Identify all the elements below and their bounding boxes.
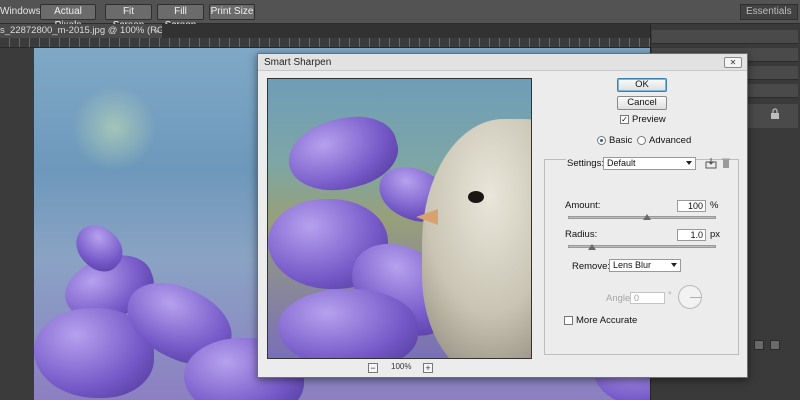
angle-label: Angle: — [606, 293, 633, 304]
print-size-button[interactable]: Print Size — [209, 4, 255, 20]
angle-field[interactable]: 0 — [630, 292, 665, 304]
zoom-level: 100% — [391, 362, 412, 371]
chevron-down-icon — [686, 161, 692, 165]
radius-unit: px — [710, 229, 721, 240]
flower-petal — [278, 289, 418, 358]
menu-label[interactable]: Windows — [0, 6, 41, 17]
dialog-titlebar[interactable]: Smart Sharpen ✕ — [258, 54, 747, 71]
trash-icon[interactable] — [721, 157, 731, 169]
chick-image — [422, 119, 531, 358]
fill-screen-button[interactable]: Fill Screen — [157, 4, 204, 31]
angle-unit: ° — [668, 290, 672, 301]
dialog-title: Smart Sharpen — [264, 57, 332, 68]
save-preset-icon[interactable] — [705, 157, 717, 169]
fit-screen-button[interactable]: Fit Screen — [105, 4, 152, 31]
more-accurate-label: More Accurate — [576, 315, 638, 326]
ok-button[interactable]: OK — [617, 78, 667, 92]
panel-tab-row[interactable] — [652, 30, 798, 44]
advanced-radio[interactable] — [637, 136, 646, 145]
preview-label: Preview — [632, 114, 666, 125]
settings-group — [544, 159, 739, 355]
advanced-label: Advanced — [649, 135, 692, 146]
amount-label: Amount: — [565, 200, 601, 211]
workspace-switcher[interactable]: Essentials — [740, 4, 798, 20]
document-tab[interactable]: s_22872800_m-2015.jpg @ 100% (RGB/8) * — [0, 24, 162, 38]
remove-value: Lens Blur — [613, 260, 652, 270]
vertical-ruler — [0, 48, 34, 400]
cancel-button[interactable]: Cancel — [617, 96, 667, 110]
radius-field[interactable]: 1.0 — [677, 229, 706, 241]
amount-unit: % — [710, 200, 719, 211]
close-icon[interactable]: ✕ — [724, 57, 742, 68]
actual-pixels-button[interactable]: Actual Pixels — [40, 4, 96, 31]
settings-label: Settings: — [566, 158, 605, 169]
chevron-down-icon — [671, 263, 677, 267]
smart-sharpen-dialog: Smart Sharpen ✕ − 100% + OK Cancel ✓ Pre… — [257, 53, 748, 378]
settings-dropdown[interactable]: Default — [603, 157, 696, 170]
close-tab-icon[interactable]: × — [154, 24, 159, 38]
chick-beak — [416, 209, 438, 225]
lock-icon[interactable] — [770, 108, 780, 120]
remove-dropdown[interactable]: Lens Blur — [609, 259, 681, 272]
options-bar: Windows Actual Pixels Fit Screen Fill Sc… — [0, 0, 800, 31]
radius-slider-thumb[interactable] — [588, 244, 596, 250]
amount-slider-thumb[interactable] — [643, 214, 651, 220]
basic-label: Basic — [609, 135, 633, 146]
more-accurate-checkbox[interactable] — [564, 316, 573, 325]
settings-value: Default — [607, 158, 636, 168]
basic-radio[interactable] — [597, 136, 606, 145]
horizontal-ruler — [0, 38, 650, 48]
zoom-in-button[interactable]: + — [423, 363, 433, 373]
chick-eye — [468, 191, 484, 203]
preview-checkbox[interactable]: ✓ — [620, 115, 629, 124]
radius-label: Radius: — [565, 229, 598, 240]
amount-slider-track[interactable] — [568, 216, 716, 219]
preview-pane[interactable] — [267, 78, 532, 359]
zoom-out-button[interactable]: − — [368, 363, 378, 373]
amount-field[interactable]: 100 — [677, 200, 706, 212]
panel-button-icon[interactable] — [770, 340, 780, 350]
angle-dial[interactable] — [678, 285, 702, 309]
panel-button-icon[interactable] — [754, 340, 764, 350]
remove-label: Remove: — [572, 261, 611, 272]
